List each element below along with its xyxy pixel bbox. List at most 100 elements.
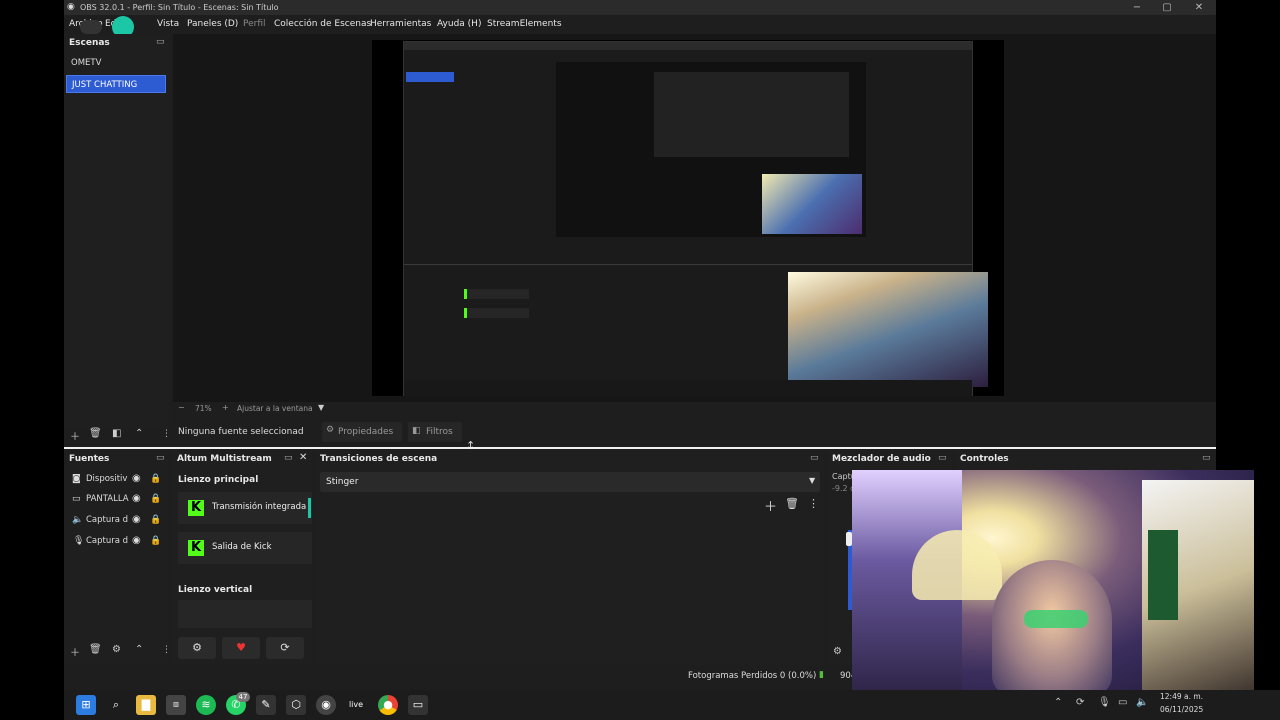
kick-logo-icon: K (188, 540, 204, 556)
add-transition-button[interactable]: ＋ (764, 496, 777, 515)
signal-icon: ▮ (819, 670, 824, 680)
spotify-icon[interactable]: ≋ (196, 695, 216, 715)
dock-menu-icon[interactable]: ▭ (938, 453, 947, 463)
chevron-down-icon[interactable]: ▼ (318, 403, 324, 412)
maximize-button[interactable]: ▢ (1152, 0, 1182, 15)
streamlabs-icon[interactable]: ✎ (256, 695, 276, 715)
menu-vista[interactable]: Vista (157, 19, 179, 29)
volume-icon[interactable]: 🔈 (1136, 697, 1148, 708)
refresh-button[interactable]: ⟳ (266, 637, 304, 659)
taskbar: ⊞ ⌕ ▇ ▥ ≋ ✆ 47 ✎ ⬡ ◉ live ● ▭ ⌃ ⟳ 🎙 ▭ 🔈 … (64, 690, 1280, 720)
heart-button[interactable]: ♥ (222, 637, 260, 659)
controls-header: Controles (960, 454, 1009, 464)
chevron-up-icon[interactable]: ⌃ (1054, 697, 1062, 708)
filters-button[interactable]: ◧ Filtros (408, 422, 462, 442)
source-row-screen[interactable]: ▭ PANTALLA ◉ 🔒 (72, 489, 167, 509)
menu-perfil[interactable]: Perfil (243, 19, 266, 29)
menu-streamelements[interactable]: StreamElements (487, 19, 562, 29)
vertical-canvas-area (178, 600, 312, 628)
remove-source-button[interactable]: 🗑 (89, 644, 102, 655)
eye-icon[interactable]: ◉ (132, 489, 141, 509)
eye-icon[interactable]: ◉ (132, 510, 141, 530)
add-source-button[interactable]: ＋ (70, 644, 80, 659)
source-settings-icon[interactable]: ⚙ (112, 644, 121, 655)
preview-canvas[interactable] (372, 40, 1004, 396)
clock-date[interactable]: 06/11/2025 (1160, 705, 1203, 714)
nested-obs-capture (403, 41, 988, 396)
filters-label: Filtros (426, 427, 453, 437)
menu-coleccion-escenas[interactable]: Colección de Escenas (274, 19, 371, 29)
app-icon[interactable]: ▥ (166, 695, 186, 715)
windows-start-icon[interactable]: ⊞ (76, 695, 96, 715)
clock-time[interactable]: 12:49 a. m. (1160, 692, 1203, 701)
obs-icon[interactable]: ◉ (316, 695, 336, 715)
app-icon-2[interactable]: ▭ (408, 695, 428, 715)
menu-paneles[interactable]: Paneles (D) (187, 19, 238, 29)
dock-menu-icon[interactable]: ▭ (156, 37, 165, 47)
live-app-icon[interactable]: live (346, 695, 366, 715)
search-icon[interactable]: ⌕ (106, 695, 126, 715)
eye-icon[interactable]: ◉ (132, 531, 141, 551)
target-row-integrated[interactable]: K Transmisión integrada (178, 492, 312, 524)
more-icon[interactable]: ⋮ (162, 429, 171, 439)
webcam-overlay (852, 470, 1254, 696)
lock-icon[interactable]: 🔒 (150, 489, 161, 509)
speaker-icon: 🔈 (72, 515, 84, 525)
move-up-icon[interactable]: ⌃ (135, 428, 143, 439)
title-bar: ◉ OBS 32.0.1 - Perfil: Sin Título - Esce… (64, 0, 1216, 15)
settings-app-icon[interactable]: ⬡ (286, 695, 306, 715)
close-button[interactable]: ✕ (1184, 0, 1214, 15)
no-source-label: Ninguna fuente seleccionad (178, 427, 304, 437)
sync-icon[interactable]: ⟳ (1076, 697, 1084, 708)
lock-icon[interactable]: 🔒 (150, 510, 161, 530)
dock-menu-icon[interactable]: ▭ (156, 453, 165, 463)
lock-icon[interactable]: 🔒 (150, 531, 161, 551)
target-label: Transmisión integrada (212, 502, 307, 512)
target-row-kick[interactable]: K Salida de Kick (178, 532, 312, 564)
zoom-out-button[interactable]: − (178, 403, 185, 412)
properties-button[interactable]: ⚙ Propiedades (322, 422, 402, 442)
zoom-in-button[interactable]: + (222, 403, 229, 412)
source-label: Captura d (86, 515, 129, 525)
status-indicator (308, 498, 311, 518)
dock-splitter[interactable] (64, 447, 1216, 449)
voice-overlay-icon (80, 20, 102, 34)
scene-item-just-chatting[interactable]: JUST CHATTING (66, 75, 166, 93)
folder-icon[interactable]: ▇ (136, 695, 156, 715)
chevron-down-icon: ▼ (809, 476, 816, 485)
menu-ayuda[interactable]: Ayuda (H) (437, 19, 481, 29)
fit-window-label[interactable]: Ajustar a la ventana (237, 404, 313, 413)
menu-herramientas[interactable]: Herramientas (370, 19, 431, 29)
network-icon[interactable]: ▭ (1118, 697, 1127, 708)
source-row-audio-in[interactable]: 🎙 Captura d ◉ 🔒 (72, 531, 167, 551)
eye-icon[interactable]: ◉ (132, 469, 141, 489)
properties-label: Propiedades (338, 427, 394, 437)
mic-icon: 🎙 (73, 536, 85, 546)
transitions-dock: Transiciones de escena ▭ Stinger ▼ ＋ 🗑 ⋮ (316, 450, 824, 665)
scene-filters-icon[interactable]: ◧ (112, 428, 121, 439)
mic-tray-icon[interactable]: 🎙 (1098, 697, 1111, 708)
scene-item-ometv[interactable]: OMETV (66, 54, 166, 72)
more-icon[interactable]: ⋮ (162, 645, 171, 655)
mixer-settings-icon[interactable]: ⚙ (833, 646, 842, 657)
chrome-icon[interactable]: ● (378, 695, 398, 715)
remove-scene-button[interactable]: 🗑 (89, 428, 102, 439)
remove-transition-button[interactable]: 🗑 (785, 497, 799, 510)
source-row-camera[interactable]: ◙ Dispositiv ◉ 🔒 (72, 469, 167, 489)
lock-icon[interactable]: 🔒 (150, 469, 161, 489)
move-up-icon[interactable]: ⌃ (135, 644, 143, 655)
settings-button[interactable]: ⚙ (178, 637, 216, 659)
dock-menu-icon[interactable]: ▭ (284, 453, 293, 463)
scenes-dock: Escenas ▭ OMETV JUST CHATTING (64, 34, 169, 429)
close-icon[interactable]: ✕ (299, 452, 307, 463)
add-scene-button[interactable]: ＋ (70, 428, 80, 443)
minimize-button[interactable]: − (1122, 0, 1152, 15)
source-row-audio-out[interactable]: 🔈 Captura d ◉ 🔒 (72, 510, 167, 530)
transition-select[interactable]: Stinger ▼ (320, 472, 820, 492)
dock-menu-icon[interactable]: ▭ (1202, 453, 1211, 463)
scenes-header: Escenas (69, 38, 110, 48)
dock-menu-icon[interactable]: ▭ (810, 453, 819, 463)
kick-logo-icon: K (188, 500, 204, 516)
window-title: OBS 32.0.1 - Perfil: Sin Título - Escena… (80, 3, 279, 12)
more-icon[interactable]: ⋮ (808, 497, 819, 510)
